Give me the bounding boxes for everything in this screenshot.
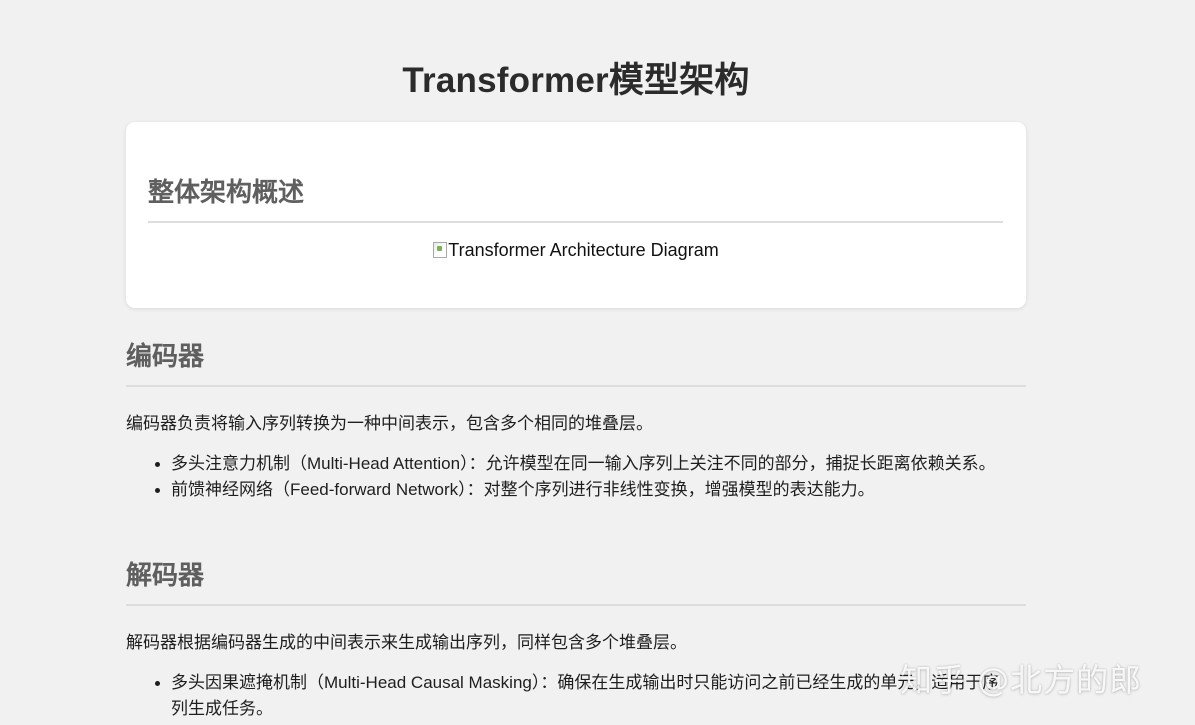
decoder-list: 多头因果遮掩机制（Multi-Head Causal Masking）：确保在生… bbox=[126, 670, 1026, 722]
overview-card: 整体架构概述 Transformer Architecture Diagram bbox=[126, 122, 1026, 308]
architecture-diagram-image: Transformer Architecture Diagram bbox=[126, 240, 1026, 261]
encoder-description: 编码器负责将输入序列转换为一种中间表示，包含多个相同的堆叠层。 bbox=[126, 414, 653, 433]
list-item: 多头因果遮掩机制（Multi-Head Causal Masking）：确保在生… bbox=[126, 670, 1026, 722]
encoder-list: 多头注意力机制（Multi-Head Attention）：允许模型在同一输入序… bbox=[126, 451, 1026, 503]
decoder-description: 解码器根据编码器生成的中间表示来生成输出序列，同样包含多个堆叠层。 bbox=[126, 633, 687, 652]
page-title: Transformer模型架构 bbox=[402, 61, 750, 100]
decoder-heading: 解码器 bbox=[126, 555, 1026, 606]
list-item: 多头注意力机制（Multi-Head Attention）：允许模型在同一输入序… bbox=[126, 451, 1026, 477]
encoder-heading: 编码器 bbox=[126, 336, 1026, 387]
broken-image-icon bbox=[433, 242, 448, 258]
list-item: 前馈神经网络（Feed-forward Network）：对整个序列进行非线性变… bbox=[126, 477, 1026, 503]
architecture-diagram-alt-text: Transformer Architecture Diagram bbox=[448, 240, 719, 260]
watermark: 知乎 @北方的郎 bbox=[900, 661, 1143, 699]
overview-heading: 整体架构概述 bbox=[148, 172, 1003, 223]
